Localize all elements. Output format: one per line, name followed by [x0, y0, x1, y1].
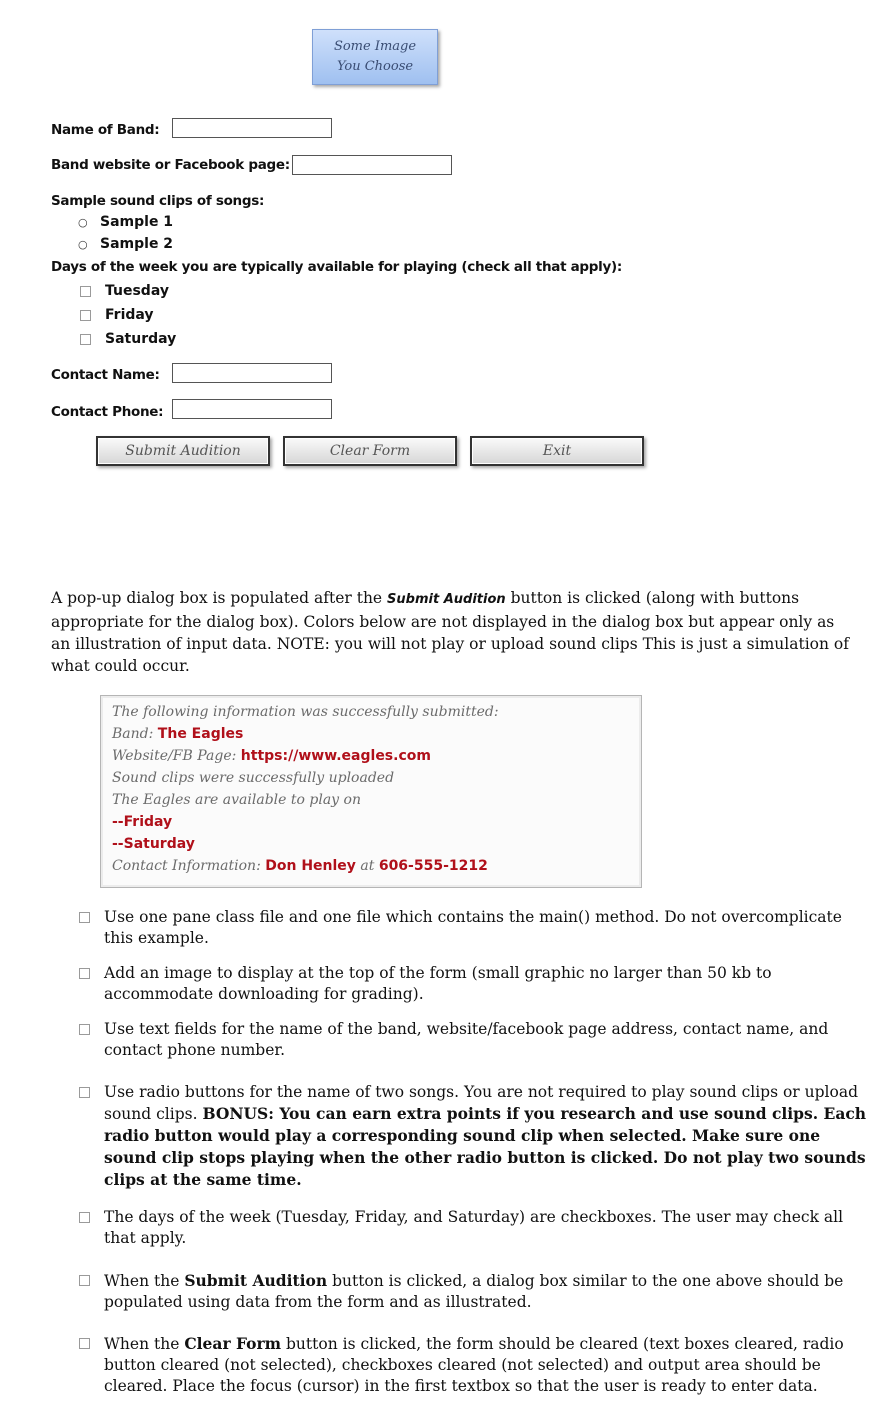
requirement-text: Use one pane class file and one file whi…: [104, 908, 842, 947]
checkbox-icon[interactable]: [80, 333, 91, 345]
contact-phone-label: Contact Phone:: [51, 404, 164, 420]
checkbox-tuesday[interactable]: Tuesday: [80, 283, 169, 299]
description-part1: A pop-up dialog box is populated after t…: [51, 589, 388, 607]
bullet-box-icon: [79, 1024, 90, 1035]
dialog-contact-phone: 606-555-1212: [378, 858, 488, 874]
dialog-website-label: Website/FB Page:: [112, 748, 237, 764]
requirement-item: The days of the week (Tuesday, Friday, a…: [79, 1207, 869, 1249]
description-emphasis: Submit Audition: [387, 592, 506, 607]
dialog-contact-line: Contact Information: Don Henley at 606-5…: [112, 855, 630, 877]
dialog-sound-status: Sound clips were successfully uploaded: [112, 770, 395, 786]
dialog-day-friday: --Friday: [112, 814, 173, 830]
dialog-day-saturday: --Saturday: [112, 836, 195, 852]
website-input[interactable]: [292, 155, 452, 175]
dialog-available-text: The Eagles are available to play on: [112, 792, 361, 808]
contact-name-input[interactable]: [172, 363, 332, 383]
description-paragraph: A pop-up dialog box is populated after t…: [51, 587, 851, 677]
dialog-contact-label: Contact Information:: [112, 858, 261, 874]
dialog-contact-name: Don Henley: [265, 858, 356, 874]
requirement-item: Use one pane class file and one file whi…: [79, 907, 869, 949]
radio-sample-2[interactable]: ○ Sample 2: [78, 236, 173, 252]
dialog-website-value: https://www.eagles.com: [240, 748, 431, 764]
requirement-text: When the Clear Form button is clicked, t…: [104, 1333, 869, 1397]
image-placeholder: Some Image You Choose: [312, 29, 438, 85]
requirement-text: The days of the week (Tuesday, Friday, a…: [104, 1208, 844, 1247]
dialog-band-label: Band:: [112, 726, 154, 742]
band-name-input[interactable]: [172, 118, 332, 138]
submission-dialog: The following information was successful…: [100, 695, 642, 888]
bullet-box-icon: [79, 1087, 90, 1098]
checkbox-saturday[interactable]: Saturday: [80, 331, 176, 347]
contact-phone-input[interactable]: [172, 399, 332, 419]
checkbox-icon[interactable]: [80, 309, 91, 321]
requirement-item: When the Clear Form button is clicked, t…: [79, 1333, 869, 1397]
checkbox-icon[interactable]: [80, 285, 91, 297]
dialog-day-line: --Friday: [112, 811, 630, 833]
requirement-text: Use text fields for the name of the band…: [104, 1020, 829, 1059]
requirement-text-bold: BONUS: You can earn extra points if you …: [104, 1104, 867, 1189]
requirement-text-pre: When the: [104, 1272, 185, 1290]
radio-sample-1[interactable]: ○ Sample 1: [78, 214, 173, 230]
requirement-text: When the Submit Audition button is click…: [104, 1270, 869, 1313]
checkbox-tuesday-label: Tuesday: [105, 283, 169, 299]
requirement-text-pre: When the: [104, 1335, 185, 1353]
requirement-text: Add an image to display at the top of th…: [104, 964, 772, 1003]
requirement-item: Use text fields for the name of the band…: [79, 1019, 869, 1061]
image-placeholder-line2: You Choose: [336, 59, 414, 74]
days-label: Days of the week you are typically avail…: [51, 259, 622, 275]
radio-circle-icon[interactable]: ○: [78, 216, 100, 229]
requirement-item: When the Submit Audition button is click…: [79, 1270, 869, 1313]
radio-sample-1-label: Sample 1: [100, 214, 174, 230]
dialog-band-value: The Eagles: [157, 726, 244, 742]
checkbox-friday[interactable]: Friday: [80, 307, 154, 323]
bullet-box-icon: [79, 968, 90, 979]
website-label: Band website or Facebook page:: [51, 157, 290, 173]
radio-sample-2-label: Sample 2: [100, 236, 174, 252]
requirement-text: Use radio buttons for the name of two so…: [104, 1082, 869, 1191]
bullet-box-icon: [79, 1212, 90, 1223]
bullet-box-icon: [79, 1275, 90, 1286]
requirement-item: Use radio buttons for the name of two so…: [79, 1082, 869, 1191]
submit-audition-button[interactable]: Submit Audition: [96, 436, 270, 466]
dialog-band-line: Band: The Eagles: [112, 723, 630, 745]
image-placeholder-line1: Some Image: [333, 39, 417, 54]
contact-name-label: Contact Name:: [51, 367, 160, 383]
radio-circle-icon[interactable]: ○: [78, 238, 100, 251]
bullet-box-icon: [79, 1338, 90, 1349]
dialog-contact-at: at: [360, 858, 375, 874]
bullet-box-icon: [79, 912, 90, 923]
checkbox-saturday-label: Saturday: [105, 331, 177, 347]
checkbox-friday-label: Friday: [105, 307, 154, 323]
requirement-text-bold: Clear Form: [184, 1334, 282, 1353]
sound-clips-label: Sample sound clips of songs:: [51, 193, 265, 209]
clear-form-button[interactable]: Clear Form: [283, 436, 457, 466]
requirement-text-bold: Submit Audition: [184, 1271, 328, 1290]
band-name-label: Name of Band:: [51, 122, 160, 138]
dialog-day-line: --Saturday: [112, 833, 630, 855]
dialog-website-line: Website/FB Page: https://www.eagles.com: [112, 745, 630, 767]
requirement-item: Add an image to display at the top of th…: [79, 963, 869, 1005]
exit-button[interactable]: Exit: [470, 436, 644, 466]
dialog-header: The following information was successful…: [112, 704, 499, 720]
